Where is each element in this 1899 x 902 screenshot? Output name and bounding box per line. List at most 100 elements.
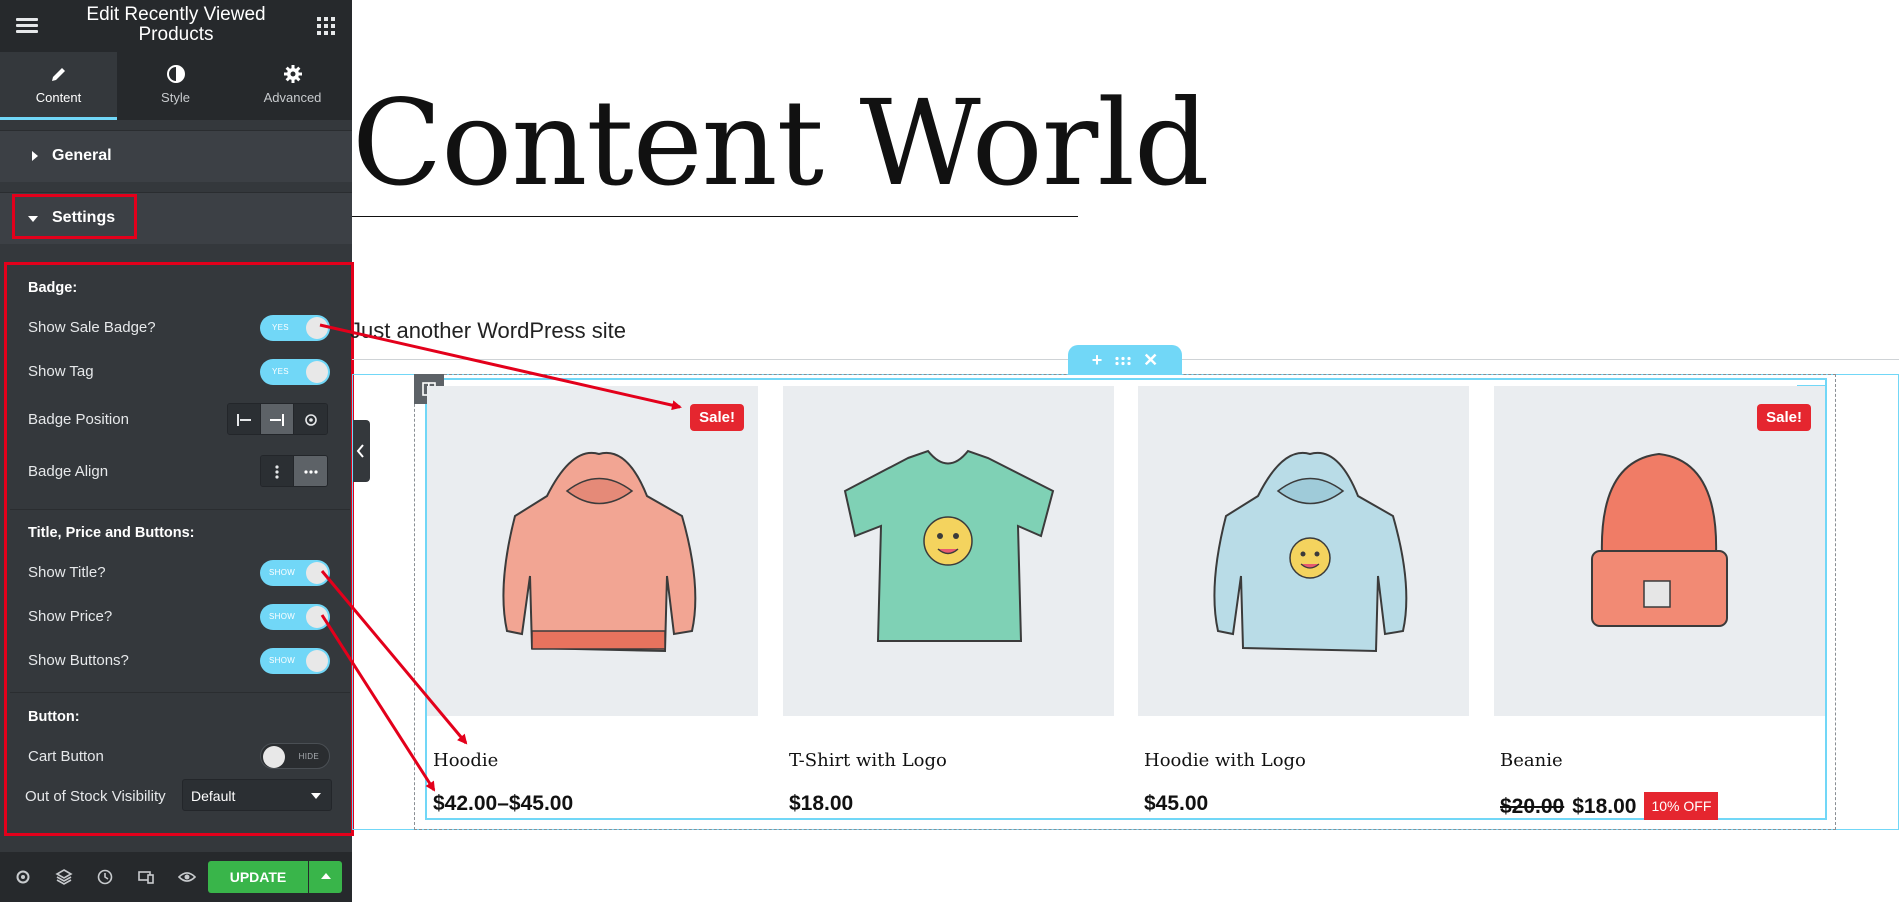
- toggle-state-text: SHOW: [269, 656, 296, 665]
- show-price-toggle[interactable]: SHOW: [260, 604, 330, 630]
- discount-badge: 10% OFF: [1644, 792, 1719, 820]
- badge-position-label: Badge Position: [28, 411, 129, 428]
- product-title[interactable]: Hoodie with Logo: [1144, 750, 1306, 771]
- toggle-state-text: YES: [272, 367, 289, 376]
- history-icon[interactable]: [96, 868, 114, 886]
- update-options-button[interactable]: [309, 861, 342, 893]
- position-right-button[interactable]: [261, 404, 294, 434]
- out-of-stock-value: Default: [191, 788, 236, 804]
- vertical-dots-icon: [275, 465, 279, 479]
- show-title-toggle[interactable]: SHOW: [260, 560, 330, 586]
- tab-style-label: Style: [161, 90, 190, 105]
- section-general[interactable]: General: [0, 130, 352, 182]
- caret-up-icon: [321, 873, 331, 879]
- menu-icon[interactable]: [16, 18, 38, 34]
- tab-style[interactable]: Style: [117, 52, 234, 120]
- tab-content[interactable]: Content: [0, 52, 117, 120]
- align-left-icon: [237, 414, 251, 426]
- badge-align-label: Badge Align: [28, 463, 109, 480]
- section-general-label: General: [52, 147, 112, 164]
- product-price: $20.00 $18.00 10% OFF: [1500, 792, 1719, 820]
- show-buttons-toggle[interactable]: SHOW: [260, 648, 330, 674]
- show-tag-label: Show Tag: [28, 363, 94, 380]
- product-title[interactable]: Hoodie: [433, 750, 498, 771]
- site-title[interactable]: Content World: [352, 84, 1210, 202]
- section-settings-label: Settings: [52, 209, 116, 226]
- sale-badge: Sale!: [1757, 404, 1811, 431]
- product-image[interactable]: Sale!: [1494, 386, 1825, 716]
- add-section-icon[interactable]: +: [1092, 351, 1103, 369]
- position-custom-button[interactable]: [294, 404, 327, 434]
- cart-button-label: Cart Button: [28, 748, 104, 765]
- caret-down-icon: [28, 216, 38, 222]
- hoodie-image: [502, 451, 697, 653]
- eye-icon[interactable]: [178, 868, 196, 886]
- product-title[interactable]: Beanie: [1500, 750, 1563, 771]
- tab-advanced-label: Advanced: [263, 90, 322, 105]
- out-of-stock-label: Out of Stock Visibility: [25, 788, 166, 805]
- product-card: Sale! Hoodie $42.00–$45.00: [427, 386, 758, 815]
- show-tag-toggle[interactable]: YES: [260, 359, 330, 385]
- product-card: Hoodie with Logo $45.00: [1138, 386, 1469, 815]
- panel-title: Edit Recently Viewed Products: [86, 4, 266, 45]
- title-price-buttons-heading: Title, Price and Buttons:: [28, 525, 195, 541]
- product-card: Sale! Beanie $20.00 $18.00 10% OFF: [1494, 386, 1825, 820]
- divider: [10, 692, 350, 693]
- product-image[interactable]: [1138, 386, 1469, 716]
- title-underline: [352, 216, 1078, 217]
- product-price: $45.00: [1144, 792, 1209, 815]
- layers-icon[interactable]: [55, 868, 73, 886]
- tab-advanced[interactable]: Advanced: [234, 52, 351, 120]
- settings-icon[interactable]: [14, 868, 32, 886]
- product-price: $42.00–$45.00: [433, 792, 574, 815]
- badge-align-control: [260, 455, 328, 487]
- show-buttons-label: Show Buttons?: [28, 652, 129, 669]
- pencil-icon: [51, 68, 65, 81]
- badge-position-control: [227, 403, 328, 435]
- button-heading: Button:: [28, 709, 80, 725]
- settings-cog-icon: [304, 414, 317, 426]
- position-left-button[interactable]: [228, 404, 261, 434]
- product-image[interactable]: Sale!: [427, 386, 758, 716]
- editor-panel: Edit Recently Viewed Products Content St…: [0, 0, 352, 902]
- drag-handle-icon[interactable]: [1114, 351, 1132, 369]
- toggle-state-text: SHOW: [269, 612, 296, 621]
- panel-tabs: Content Style Advanced: [0, 52, 352, 120]
- badge-heading: Badge:: [28, 280, 78, 296]
- toggle-state-text: SHOW: [269, 568, 296, 577]
- align-vertical-button[interactable]: [261, 456, 294, 486]
- divider: [10, 509, 350, 510]
- tab-content-label: Content: [35, 90, 82, 105]
- section-handle: + ✕: [1068, 345, 1182, 375]
- app-window: Edit Recently Viewed Products Content St…: [0, 0, 1899, 902]
- section-settings[interactable]: Settings: [0, 192, 352, 244]
- show-title-label: Show Title?: [28, 564, 106, 581]
- product-price: $18.00: [789, 792, 854, 815]
- show-sale-badge-label: Show Sale Badge?: [28, 319, 156, 336]
- tshirt-image: [843, 449, 1055, 642]
- show-sale-badge-toggle[interactable]: YES: [260, 315, 330, 341]
- toggle-state-text: YES: [272, 323, 289, 332]
- responsive-icon[interactable]: [137, 868, 155, 886]
- regular-price: $20.00: [1500, 795, 1565, 818]
- toggle-state-text: HIDE: [298, 752, 319, 761]
- sale-badge: Sale!: [690, 404, 744, 431]
- delete-section-icon[interactable]: ✕: [1143, 351, 1158, 369]
- chevron-down-icon: [311, 793, 321, 799]
- align-horizontal-button[interactable]: [294, 456, 327, 486]
- show-price-label: Show Price?: [28, 608, 113, 625]
- update-button[interactable]: UPDATE: [208, 861, 308, 893]
- out-of-stock-select[interactable]: Default: [182, 779, 332, 811]
- contrast-icon: [166, 65, 185, 83]
- product-image[interactable]: [783, 386, 1114, 716]
- widgets-grid-icon[interactable]: [317, 17, 335, 35]
- horizontal-dots-icon: [303, 470, 318, 474]
- caret-right-icon: [32, 151, 38, 161]
- sale-price: $18.00: [1572, 795, 1637, 818]
- panel-header: Edit Recently Viewed Products: [0, 0, 352, 52]
- site-tagline: Just another WordPress site: [350, 318, 626, 343]
- product-title[interactable]: T-Shirt with Logo: [789, 750, 947, 771]
- product-card: T-Shirt with Logo $18.00: [783, 386, 1114, 815]
- hoodie-logo-image: [1213, 451, 1408, 653]
- cart-button-toggle[interactable]: HIDE: [260, 743, 330, 769]
